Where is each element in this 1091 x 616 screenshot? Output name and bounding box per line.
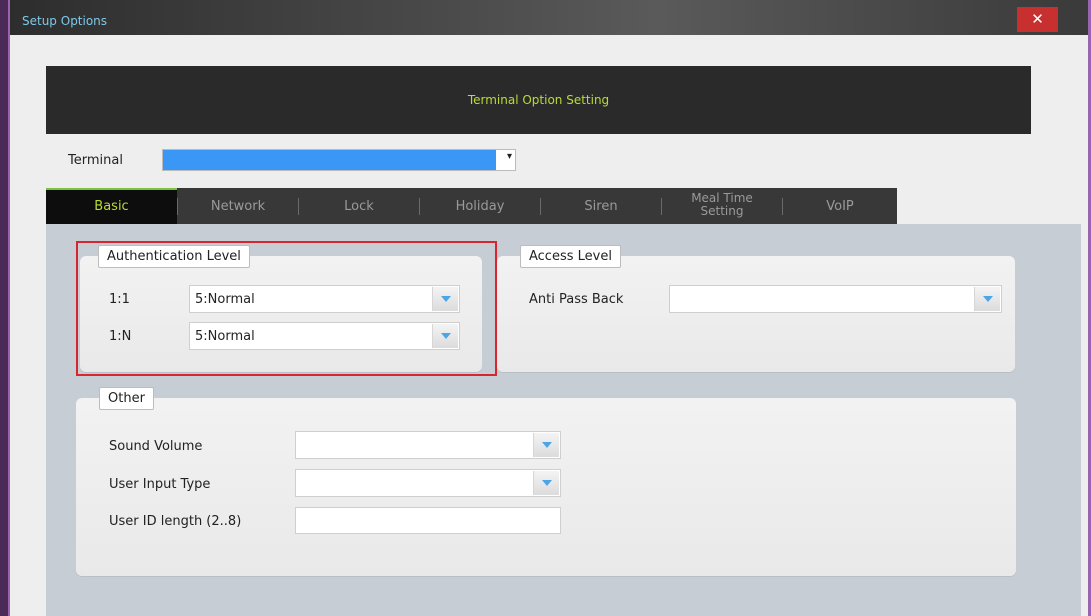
title-bar[interactable]: Setup Options ✕ [10,0,1088,35]
window-left-border [0,0,10,616]
terminal-label: Terminal [68,153,123,168]
chevron-down-icon[interactable]: ▾ [507,151,512,162]
tab-network[interactable]: Network [178,188,298,224]
tab-meal-time-setting[interactable]: Meal Time Setting [662,188,782,224]
other-caption: Other [99,387,154,410]
user-id-length-input[interactable] [295,507,561,534]
chevron-down-icon[interactable] [974,287,1000,311]
tab-basic[interactable]: Basic [46,188,177,224]
sound-volume-select[interactable] [295,431,561,459]
anti-pass-back-label: Anti Pass Back [529,292,624,307]
terminal-selected-value [163,150,496,170]
user-input-type-label: User Input Type [109,477,211,492]
user-id-length-label: User ID length (2..8) [109,514,242,529]
close-button[interactable]: ✕ [1017,7,1058,32]
highlight-box [76,241,497,376]
window-title: Setup Options [22,14,108,28]
sound-volume-label: Sound Volume [109,439,203,454]
close-icon: ✕ [1031,10,1044,28]
tab-bar: Basic Network Lock Holiday Siren Meal Ti… [46,188,897,224]
terminal-select[interactable]: ▾ [162,149,516,171]
page-title: Terminal Option Setting [467,93,610,107]
access-level-caption: Access Level [520,245,621,268]
tab-siren[interactable]: Siren [541,188,661,224]
tab-lock[interactable]: Lock [299,188,419,224]
chevron-down-icon[interactable] [533,471,559,495]
access-level-group [497,256,1015,372]
tab-voip[interactable]: VoIP [783,188,897,224]
anti-pass-back-select[interactable] [669,285,1002,313]
chevron-down-icon[interactable] [533,433,559,457]
user-input-type-select[interactable] [295,469,561,497]
tab-holiday[interactable]: Holiday [420,188,540,224]
page-title-band: Terminal Option Setting [46,66,1031,134]
